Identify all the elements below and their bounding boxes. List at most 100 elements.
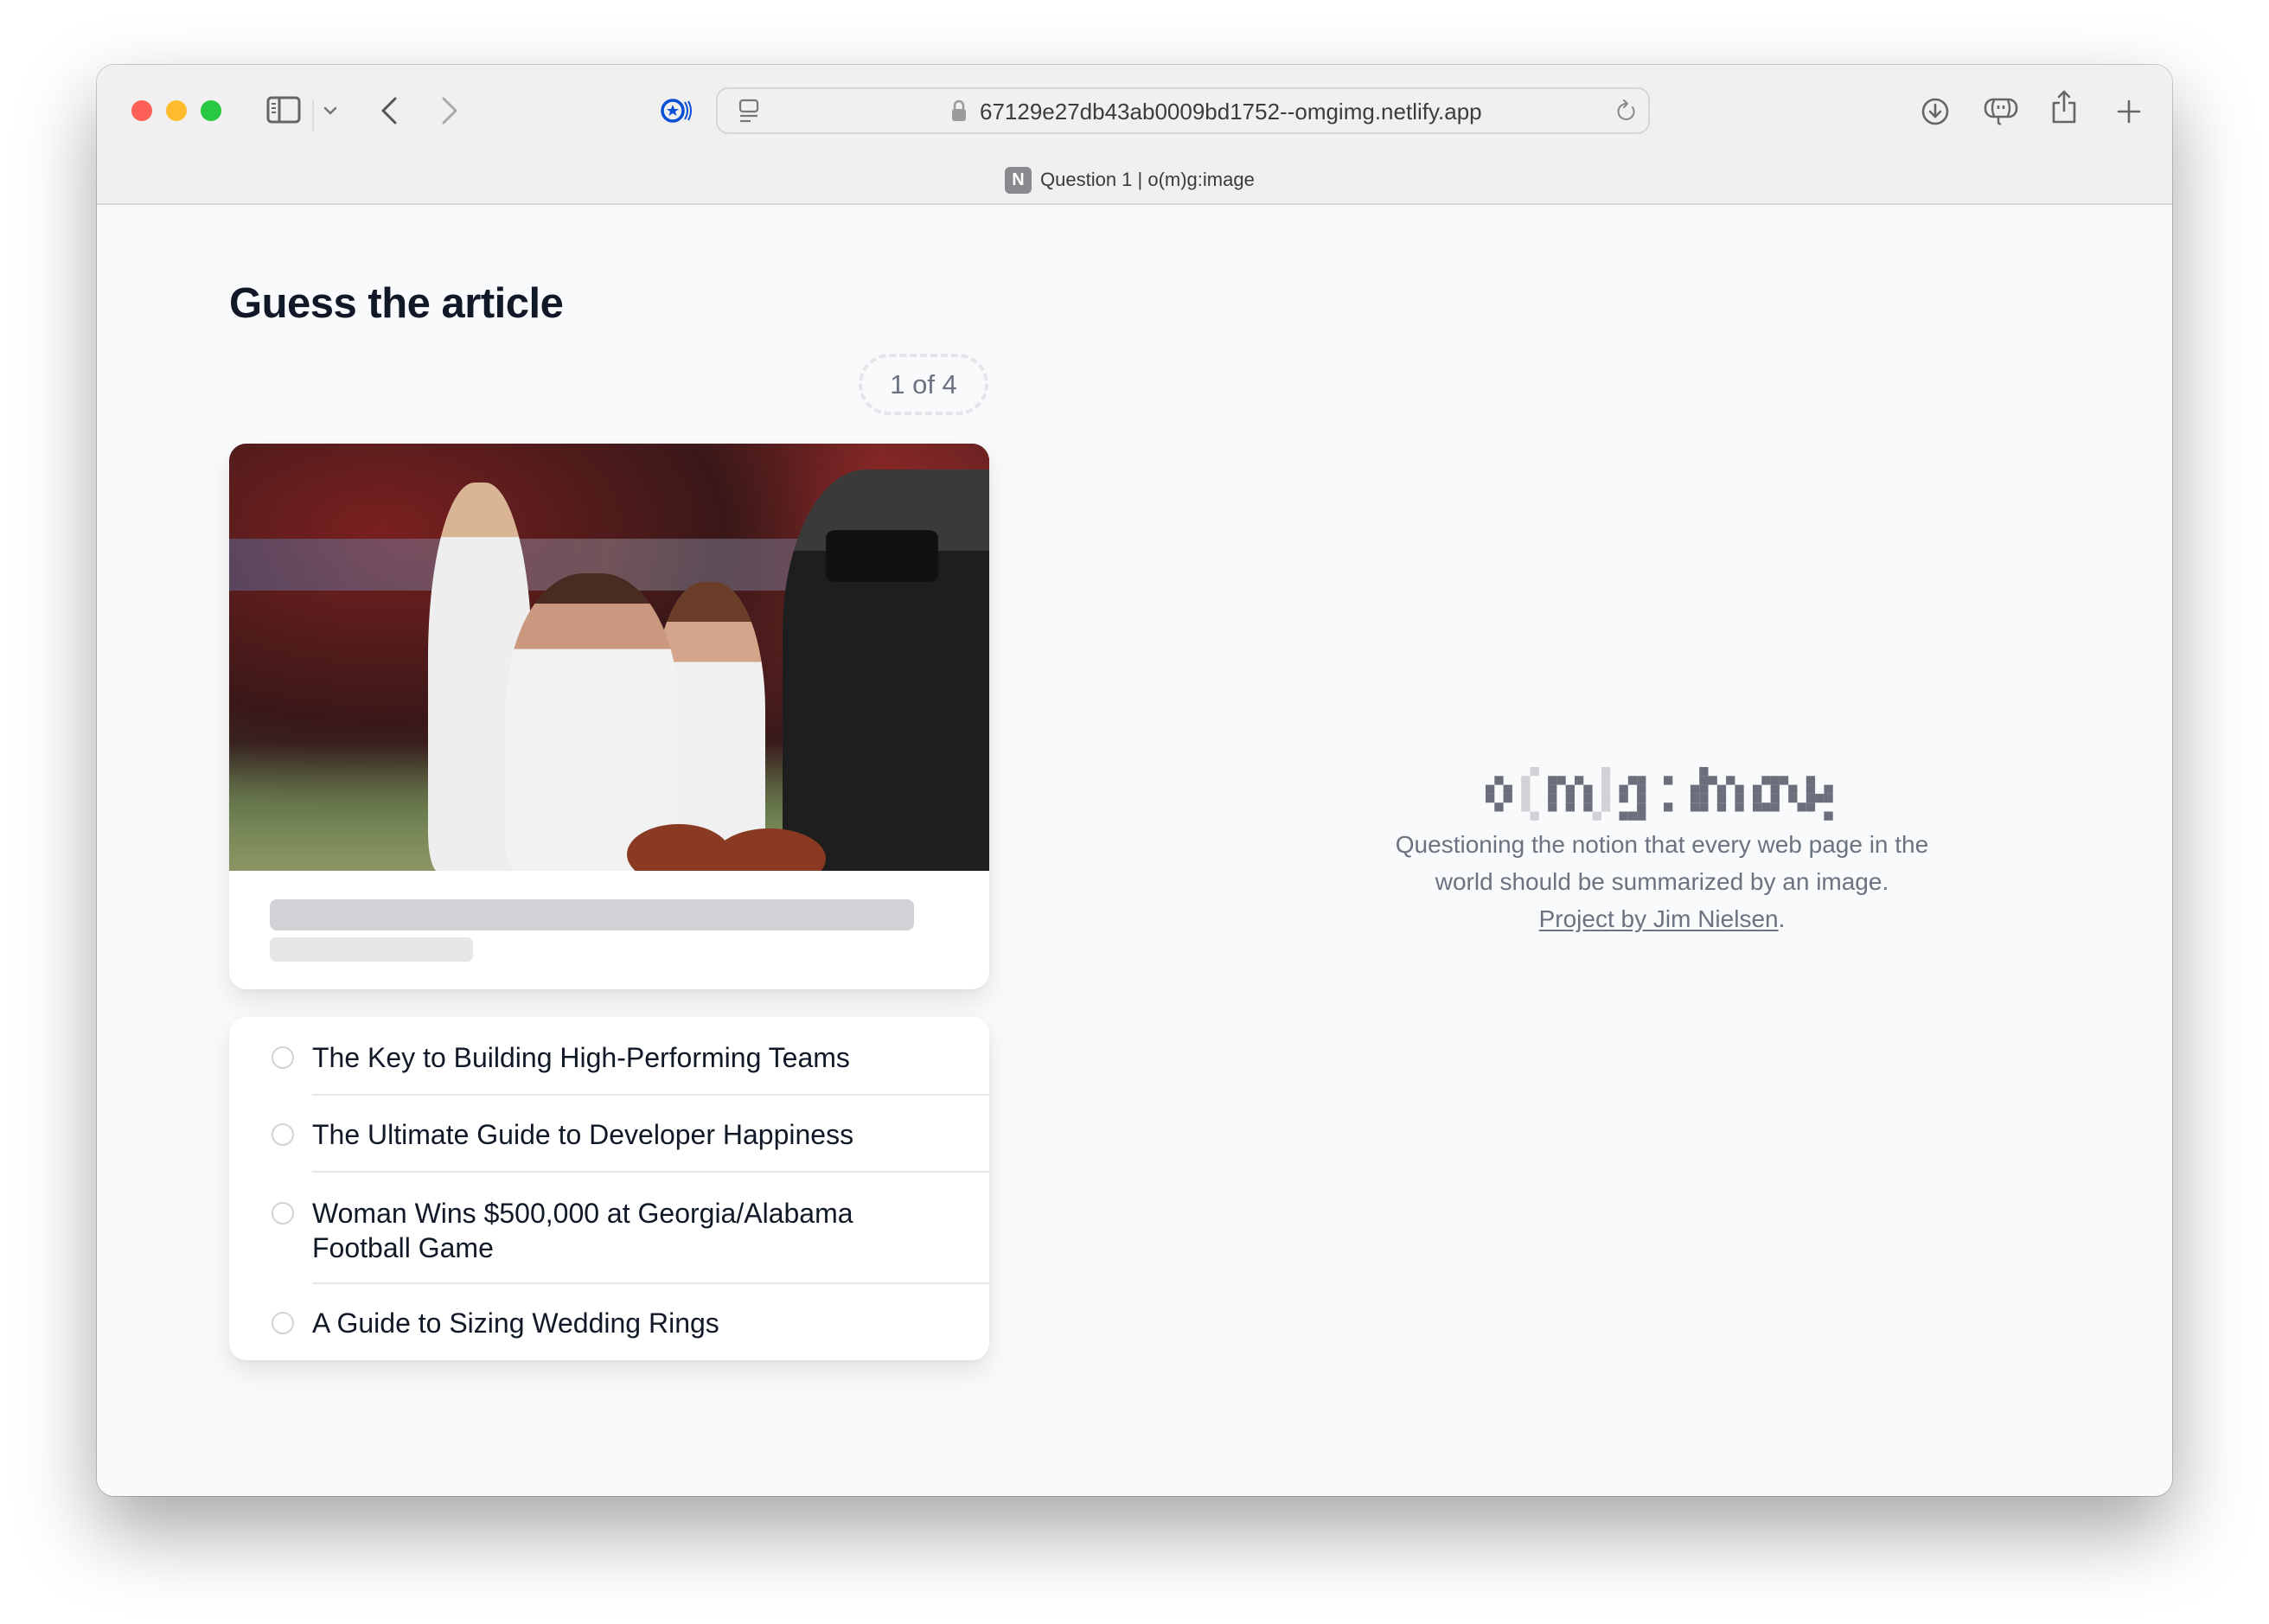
radio-button[interactable]	[272, 1046, 294, 1069]
logo-pixel	[1627, 811, 1638, 821]
logo-pixel	[1753, 784, 1762, 794]
download-icon[interactable]	[1921, 98, 1949, 125]
logo-pixel	[1548, 776, 1557, 785]
logo-pixel	[1806, 802, 1816, 812]
lock-icon	[951, 99, 967, 122]
address-bar[interactable]: 67129e27db43ab0009bd1752--omgimg.netlify…	[716, 87, 1650, 134]
logo-pixel	[1824, 793, 1833, 803]
logo-pixel	[1601, 784, 1611, 794]
logo-pixel	[1486, 793, 1495, 803]
answer-option[interactable]: Woman Wins $500,000 at Georgia/Alabama F…	[229, 1173, 989, 1283]
answer-option[interactable]: The Ultimate Guide to Developer Happines…	[229, 1096, 989, 1172]
back-icon[interactable]	[379, 96, 399, 125]
radio-button[interactable]	[272, 1123, 294, 1146]
logo-pixel	[1637, 784, 1646, 794]
logo-pixel	[1699, 793, 1709, 803]
logo-pixel	[1716, 802, 1727, 812]
logo-pixel	[1761, 802, 1771, 812]
logo-pixel	[1637, 802, 1646, 812]
logo-pixel	[1601, 767, 1611, 777]
logo-pixel	[1637, 793, 1646, 803]
forward-icon[interactable]	[439, 96, 460, 125]
logo-pixel	[1770, 784, 1780, 794]
radio-button[interactable]	[272, 1202, 294, 1224]
logo-pixel	[1601, 776, 1611, 785]
sidebar-icon[interactable]	[266, 96, 301, 124]
privacy-tracker-icon[interactable]	[659, 97, 693, 125]
logo-pixel	[1806, 793, 1816, 803]
brand-logo: o(m)g:image	[1486, 767, 1833, 821]
logo-pixel	[1601, 793, 1611, 803]
logo-pixel	[1619, 784, 1628, 794]
logo-pixel	[1565, 802, 1575, 812]
translate-icon[interactable]	[1984, 96, 2018, 127]
logo-pixel	[1753, 793, 1762, 803]
logo-pixel	[1753, 802, 1762, 812]
option-label[interactable]: A Guide to Sizing Wedding Rings	[312, 1306, 917, 1340]
logo-pixel	[1486, 784, 1495, 794]
answer-options: The Key to Building High-Performing Team…	[229, 1017, 989, 1360]
logo-pixel	[1699, 802, 1709, 812]
answer-option[interactable]: A Guide to Sizing Wedding Rings	[229, 1284, 989, 1360]
logo-pixel	[1503, 784, 1512, 794]
logo-pixel	[1824, 811, 1833, 821]
option-label[interactable]: The Ultimate Guide to Developer Happines…	[312, 1117, 917, 1152]
logo-pixel	[1797, 802, 1806, 812]
logo-pixel	[1637, 811, 1646, 821]
logo-pixel	[1735, 802, 1744, 812]
article-preview-card	[229, 444, 989, 989]
logo-pixel	[1664, 776, 1673, 785]
browser-window: 67129e27db43ab0009bd1752--omgimg.netlify…	[97, 65, 2172, 1496]
logo-pixel	[1530, 811, 1539, 821]
tab-active[interactable]: N Question 1 | o(m)g:image	[1005, 166, 1255, 194]
zoom-window-button[interactable]	[201, 100, 221, 121]
page-title: Guess the article	[229, 280, 564, 327]
logo-pixel	[1575, 776, 1584, 785]
url-text[interactable]: 67129e27db43ab0009bd1752--omgimg.netlify…	[980, 99, 1482, 125]
logo-pixel	[1601, 802, 1611, 812]
logo-pixel	[1637, 776, 1646, 785]
reader-icon[interactable]	[738, 99, 759, 123]
answer-option[interactable]: The Key to Building High-Performing Team…	[229, 1017, 989, 1095]
logo-pixel	[1619, 793, 1628, 803]
toolbar-divider	[312, 99, 314, 131]
logo-pixel	[1699, 767, 1709, 777]
logo-pixel	[1708, 776, 1717, 785]
logo-pixel	[1592, 811, 1601, 821]
logo-pixel	[1521, 802, 1531, 812]
tab-title: Question 1 | o(m)g:image	[1040, 169, 1255, 190]
logo-pixel	[1583, 802, 1593, 812]
photo-camera	[826, 530, 938, 582]
logo-pixel	[1788, 784, 1798, 794]
logo-pixel	[1494, 776, 1504, 785]
logo-pixel	[1770, 802, 1780, 812]
progress-badge: 1 of 4	[859, 354, 988, 415]
logo-pixel	[1548, 802, 1557, 812]
logo-pixel	[1530, 767, 1539, 777]
logo-pixel	[1699, 784, 1709, 794]
photo-figure-woman	[506, 573, 679, 871]
logo-pixel	[1521, 776, 1531, 785]
logo-pixel	[1690, 793, 1700, 803]
author-credit-link[interactable]: Project by Jim Nielsen	[1539, 905, 1779, 932]
option-label[interactable]: Woman Wins $500,000 at Georgia/Alabama F…	[312, 1196, 900, 1265]
share-icon[interactable]	[2051, 89, 2077, 124]
close-window-button[interactable]	[131, 100, 152, 121]
minimize-window-button[interactable]	[166, 100, 187, 121]
logo-pixel	[1735, 784, 1744, 794]
logo-pixel	[1806, 776, 1816, 785]
reload-icon[interactable]	[1615, 99, 1638, 124]
logo-pixel	[1565, 793, 1575, 803]
new-tab-icon[interactable]	[2117, 99, 2141, 124]
logo-pixel	[1690, 802, 1700, 812]
tagline: Questioning the notion that every web pa…	[1368, 826, 1956, 937]
logo-pixel	[1503, 793, 1512, 803]
radio-button[interactable]	[272, 1312, 294, 1334]
chevron-down-icon[interactable]	[323, 104, 337, 118]
logo-pixel	[1779, 776, 1789, 785]
logo-pixel	[1627, 776, 1638, 785]
logo-pixel	[1815, 793, 1825, 803]
logo-pixel	[1619, 811, 1628, 821]
option-label[interactable]: The Key to Building High-Performing Team…	[312, 1040, 917, 1075]
logo-pixel	[1770, 776, 1780, 785]
